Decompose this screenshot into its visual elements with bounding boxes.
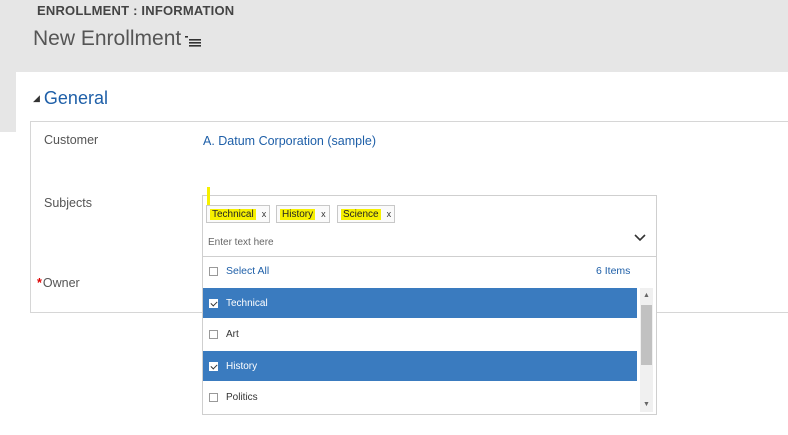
tag-label: Science: [341, 208, 381, 220]
section-title: General: [43, 88, 108, 108]
form-menu-icon[interactable]: [185, 35, 201, 47]
checkbox[interactable]: [209, 266, 218, 276]
owner-label-group: *Owner: [37, 276, 80, 290]
subjects-label: Subjects: [44, 196, 92, 210]
remove-tag-icon[interactable]: x: [387, 209, 392, 219]
option-technical[interactable]: Technical: [203, 288, 637, 318]
option-history[interactable]: History: [203, 351, 637, 381]
entity-label: ENROLLMENT : INFORMATION: [37, 3, 235, 18]
select-all-label: Select All: [226, 265, 270, 277]
subjects-search-input[interactable]: Enter text here: [208, 237, 274, 248]
tag-technical: Technical x: [206, 205, 271, 223]
collapse-triangle-icon[interactable]: ◢: [33, 93, 40, 104]
left-strip: [0, 72, 16, 132]
scroll-down-arrow-icon[interactable]: ▼: [641, 400, 652, 410]
remove-tag-icon[interactable]: x: [262, 209, 267, 219]
option-label: Art: [226, 328, 239, 340]
checkbox[interactable]: [209, 329, 218, 339]
option-art[interactable]: Art: [203, 319, 637, 349]
tag-history: History x: [276, 205, 330, 223]
option-label: History: [226, 360, 258, 372]
scroll-up-arrow-icon[interactable]: ▲: [641, 291, 652, 301]
items-count: 6 Items: [596, 265, 631, 277]
option-politics[interactable]: Politics: [203, 382, 637, 412]
checkbox-checked[interactable]: [209, 361, 218, 371]
chevron-down-icon[interactable]: [634, 234, 646, 242]
required-indicator: *: [37, 276, 42, 290]
left-gap: [0, 132, 16, 435]
checkbox-checked[interactable]: [209, 298, 218, 308]
customer-lookup-link[interactable]: A. Datum Corporation (sample): [203, 134, 376, 148]
checkbox[interactable]: [209, 392, 218, 402]
tag-science: Science x: [337, 205, 396, 223]
section-header-general[interactable]: ◢ General: [33, 88, 108, 109]
highlight-mark: [207, 187, 210, 205]
tag-label: History: [280, 208, 316, 220]
customer-label: Customer: [44, 133, 99, 147]
record-title: New Enrollment: [33, 27, 182, 50]
option-label: Politics: [226, 391, 258, 403]
select-all-option[interactable]: Select All: [209, 265, 269, 277]
tag-label: Technical: [210, 208, 256, 220]
option-label: Technical: [226, 297, 268, 309]
scroll-thumb[interactable]: [641, 305, 652, 365]
owner-label: Owner: [42, 276, 80, 290]
remove-tag-icon[interactable]: x: [321, 209, 326, 219]
